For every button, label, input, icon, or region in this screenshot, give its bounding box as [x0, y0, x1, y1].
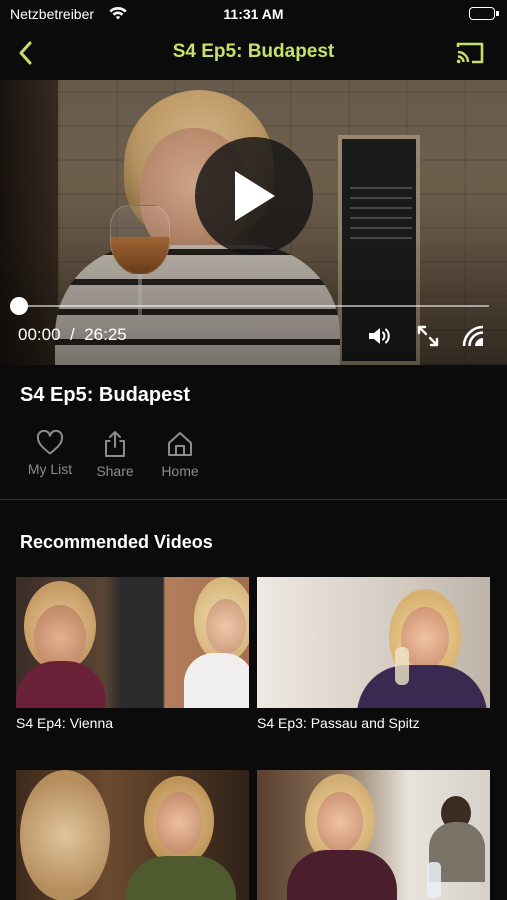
recommended-card[interactable]: S4 Ep3: Passau and Spitz [257, 577, 490, 731]
airplay-icon [462, 325, 484, 347]
status-bar: Netzbetreiber 11:31 AM [0, 0, 507, 28]
home-label: Home [161, 463, 199, 479]
video-player[interactable]: 00:00 / 26:25 [0, 80, 507, 365]
heart-icon [36, 430, 64, 455]
battery-tip [496, 11, 499, 16]
video-thumbnail [16, 770, 249, 900]
my-list-label: My List [27, 461, 73, 477]
video-thumbnail [16, 577, 249, 708]
duration: 26:25 [84, 325, 127, 344]
airplay-button[interactable] [460, 322, 488, 350]
fullscreen-button[interactable] [414, 322, 442, 350]
time-readout: 00:00 / 26:25 [18, 325, 127, 345]
video-caption: S4 Ep3: Passau and Spitz [257, 715, 420, 731]
home-button[interactable]: Home [150, 430, 210, 479]
home-icon [168, 432, 192, 456]
my-list-button[interactable]: My List [20, 430, 80, 477]
cast-button[interactable] [453, 38, 487, 68]
recommended-title: Recommended Videos [20, 532, 213, 552]
fullscreen-icon [417, 325, 439, 347]
battery-icon [469, 7, 495, 20]
progress-thumb[interactable] [10, 297, 28, 315]
volume-icon [369, 328, 390, 344]
progress-track [18, 305, 489, 307]
current-time: 00:00 [18, 325, 61, 344]
section-divider [0, 499, 507, 500]
time-separator: / [70, 325, 75, 344]
play-icon [235, 171, 275, 221]
cast-icon [456, 42, 484, 64]
play-button[interactable] [195, 137, 313, 255]
episode-title: S4 Ep5: Budapest [20, 384, 191, 406]
video-caption: S4 Ep4: Vienna [16, 715, 114, 731]
share-label: Share [96, 463, 134, 479]
share-button[interactable]: Share [85, 430, 145, 479]
recommended-card[interactable] [16, 770, 249, 900]
status-time: 11:31 AM [223, 6, 284, 22]
share-icon [105, 431, 125, 457]
volume-button[interactable] [366, 322, 394, 350]
nav-bar: S4 Ep5: Budapest [0, 28, 507, 78]
video-thumbnail [257, 577, 490, 708]
recommended-card[interactable]: S4 Ep4: Vienna [16, 577, 249, 731]
video-thumbnail [257, 770, 490, 900]
progress-scrubber[interactable] [10, 296, 489, 316]
recommended-card[interactable] [257, 770, 490, 900]
nav-title: S4 Ep5: Budapest [172, 41, 335, 62]
